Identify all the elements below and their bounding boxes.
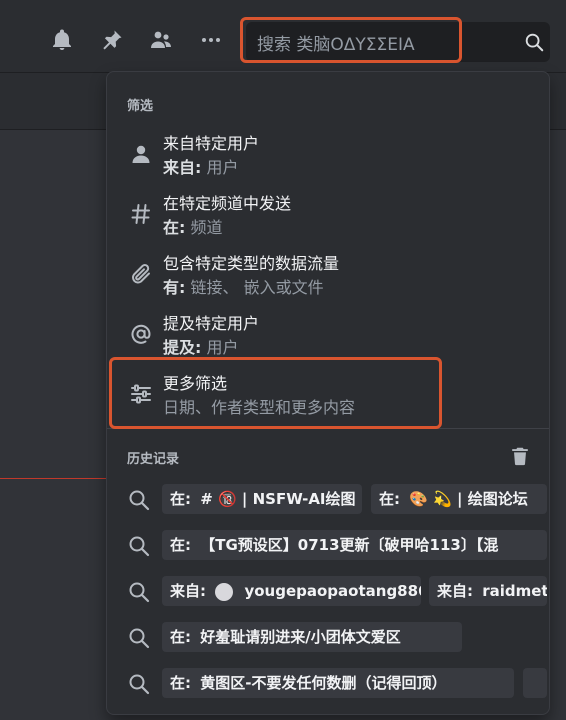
- chip-value: 【TG预设区】0713更新〔破甲哈113〕【混: [200, 536, 499, 554]
- filter-title: 提及特定用户: [163, 314, 260, 333]
- history-chip[interactable]: 在: # 🔞 | NSFW-AI绘图: [162, 484, 362, 514]
- search-icon: [127, 534, 151, 558]
- search-highlight-box: [240, 17, 462, 63]
- history-heading: 历史记录: [127, 452, 180, 467]
- filter-has-content[interactable]: 包含特定类型的数据流量 有: 链接、 嵌入或文件: [107, 246, 549, 306]
- chip-key: 在:: [170, 536, 191, 554]
- search-icon: [127, 626, 151, 650]
- filter-value: 链接、 嵌入或文件: [190, 278, 324, 297]
- chip-key: 在:: [170, 674, 191, 692]
- chip-key: 在:: [170, 628, 191, 646]
- history-chip[interactable]: 在: 黄图区-不要发任何数删（记得回顶）: [162, 668, 514, 698]
- chip-value: 黄图区-不要发任何数删（记得回顶）: [200, 674, 447, 692]
- history-chip[interactable]: 在: 好羞耻请别进来/小团体文爱区: [162, 622, 462, 652]
- trash-icon[interactable]: [509, 445, 531, 467]
- search-icon: [127, 580, 151, 604]
- filter-key: 在:: [163, 218, 186, 237]
- search-icon: [127, 672, 151, 696]
- filter-title: 来自特定用户: [163, 134, 260, 153]
- more-icon[interactable]: [199, 28, 223, 52]
- chip-value: yougepaopaotang8869: [244, 582, 421, 600]
- chip-value: 好羞耻请别进来/小团体文爱区: [200, 628, 401, 646]
- filter-in-channel[interactable]: 在特定频道中发送 在: 频道: [107, 186, 549, 246]
- pin-icon[interactable]: [100, 28, 124, 52]
- filter-key: 有:: [163, 278, 186, 297]
- chip-key: 在:: [170, 490, 191, 508]
- chip-value: 🎨 💫 | 绘图论坛: [409, 490, 528, 508]
- user-avatar: [215, 582, 234, 601]
- history-chip[interactable]: 来自: raidmet: [429, 576, 547, 606]
- filters-heading: 筛选: [127, 99, 154, 114]
- filter-subtitle: 有: 链接、 嵌入或文件: [163, 274, 324, 298]
- filter-value: 频道: [190, 218, 223, 237]
- search-icon[interactable]: [523, 31, 545, 53]
- at-icon: [129, 322, 153, 346]
- chip-value: raidmet: [482, 582, 547, 600]
- chip-key: 来自:: [170, 582, 206, 600]
- filter-title: 在特定频道中发送: [163, 194, 292, 213]
- history-row[interactable]: 在: 黄图区-不要发任何数删（记得回顶）: [107, 664, 549, 704]
- more-filters-highlight-box: [109, 357, 442, 429]
- history-chip[interactable]: 在: 🎨 💫 | 绘图论坛: [371, 484, 547, 514]
- filter-key: 提及:: [163, 338, 202, 357]
- filter-subtitle: 提及: 用户: [163, 334, 239, 358]
- paperclip-icon: [129, 262, 153, 286]
- hash-icon: [129, 202, 153, 226]
- filter-key: 来自:: [163, 158, 202, 177]
- history-chip[interactable]: 来自: yougepaopaotang8869: [162, 576, 421, 606]
- history-chip[interactable]: [523, 668, 547, 698]
- filter-value: 用户: [206, 338, 239, 357]
- filter-value: 用户: [206, 158, 239, 177]
- search-icon: [127, 488, 151, 512]
- bell-icon[interactable]: [50, 28, 74, 52]
- history-row[interactable]: 在: 好羞耻请别进来/小团体文爱区: [107, 618, 549, 658]
- filter-subtitle: 在: 频道: [163, 214, 223, 238]
- filter-title: 包含特定类型的数据流量: [163, 254, 340, 273]
- history-row[interactable]: 在: 【TG预设区】0713更新〔破甲哈113〕【混: [107, 526, 549, 566]
- members-icon[interactable]: [149, 28, 173, 52]
- history-row[interactable]: 在: # 🔞 | NSFW-AI绘图 在: 🎨 💫 | 绘图论坛: [107, 480, 549, 520]
- chip-value: # 🔞 | NSFW-AI绘图: [200, 490, 356, 508]
- history-chip[interactable]: 在: 【TG预设区】0713更新〔破甲哈113〕【混: [162, 530, 547, 560]
- new-messages-line: [0, 478, 110, 479]
- chip-key: 在:: [379, 490, 400, 508]
- chip-key: 来自:: [437, 582, 473, 600]
- filter-subtitle: 来自: 用户: [163, 154, 239, 178]
- history-row[interactable]: 来自: yougepaopaotang8869 来自: raidmet: [107, 572, 549, 612]
- user-icon: [129, 142, 153, 166]
- filter-from-user[interactable]: 来自特定用户 来自: 用户: [107, 126, 549, 186]
